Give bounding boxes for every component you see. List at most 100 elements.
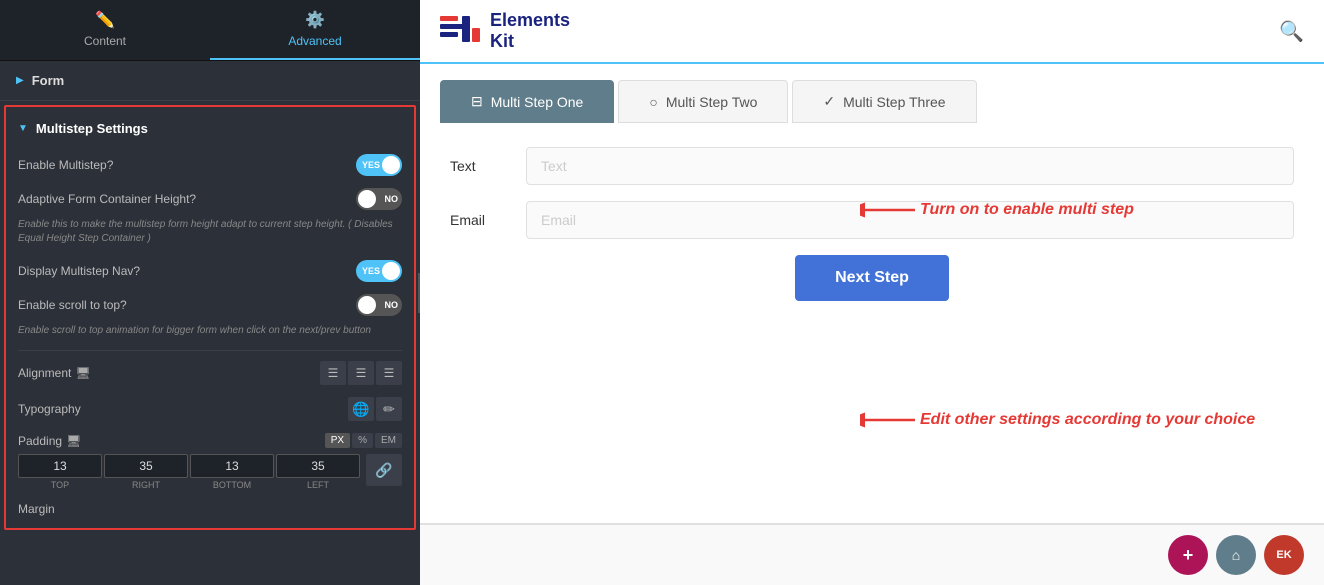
margin-row: Margin xyxy=(18,496,402,520)
padding-left-label: LEFT xyxy=(307,480,329,490)
divider-1 xyxy=(18,350,402,351)
unit-em-button[interactable]: EM xyxy=(375,433,402,448)
multistep-section-title: Multistep Settings xyxy=(36,121,148,136)
padding-top-label: TOP xyxy=(51,480,69,490)
toggle-knob-2 xyxy=(358,190,376,208)
enable-multistep-toggle-wrap: YES xyxy=(356,154,402,176)
tab-content[interactable]: ✏️ Content xyxy=(0,0,210,60)
logo-line2: Kit xyxy=(490,31,570,52)
left-panel: ✏️ Content ⚙️ Advanced ▶ Form ▼ Multiste… xyxy=(0,0,420,585)
multistep-settings-section: ▼ Multistep Settings Enable Multistep? Y… xyxy=(4,105,416,530)
step2-icon: ○ xyxy=(649,94,657,110)
scroll-top-row: Enable scroll to top? NO xyxy=(18,288,402,322)
panel-content: ▶ Form ▼ Multistep Settings Enable Multi… xyxy=(0,61,420,585)
padding-monitor-icon: 🖥 xyxy=(66,434,81,448)
monitor-icon: 🖥 xyxy=(75,366,90,380)
step3-label: Multi Step Three xyxy=(843,94,945,110)
unit-px-button[interactable]: PX xyxy=(325,433,350,448)
tab-bar: ✏️ Content ⚙️ Advanced xyxy=(0,0,420,61)
alignment-label-wrap: Alignment 🖥 xyxy=(18,366,91,380)
form-section[interactable]: ▶ Form xyxy=(0,61,420,101)
text-field-row: Text xyxy=(450,147,1294,185)
step-tab-3[interactable]: ✓ Multi Step Three xyxy=(792,80,976,123)
typography-row: Typography 🌐 ✏ xyxy=(18,391,402,427)
padding-label: Padding xyxy=(18,434,62,448)
logo-line1: Elements xyxy=(490,10,570,31)
padding-label-wrap: Padding 🖥 xyxy=(18,434,81,448)
gear-icon: ⚙️ xyxy=(305,10,325,30)
adaptive-height-toggle[interactable]: NO xyxy=(356,188,402,210)
step-tab-1[interactable]: ⊟ Multi Step One xyxy=(440,80,614,123)
fab-add-button[interactable]: + xyxy=(1168,535,1208,575)
typography-global-button[interactable]: 🌐 xyxy=(348,397,374,421)
tab-content-label: Content xyxy=(84,34,126,48)
typography-buttons: 🌐 ✏ xyxy=(348,397,402,421)
padding-bottom-label: BOTTOM xyxy=(213,480,251,490)
tab-advanced[interactable]: ⚙️ Advanced xyxy=(210,0,420,60)
form-arrow-icon: ▶ xyxy=(16,75,24,86)
step-tabs: ⊟ Multi Step One ○ Multi Step Two ✓ Mult… xyxy=(420,64,1324,123)
toggle-no-text: NO xyxy=(385,194,399,204)
fab-ek-button[interactable]: EK xyxy=(1264,535,1304,575)
enable-multistep-toggle[interactable]: YES xyxy=(356,154,402,176)
adaptive-height-label: Adaptive Form Container Height? xyxy=(18,192,356,206)
form-area: Text Email Next Step xyxy=(420,123,1324,523)
step-tab-2[interactable]: ○ Multi Step Two xyxy=(618,80,788,123)
padding-top-input[interactable] xyxy=(18,454,102,478)
adaptive-height-row: Adaptive Form Container Height? NO xyxy=(18,182,402,216)
padding-left-input[interactable] xyxy=(276,454,360,478)
text-input[interactable] xyxy=(526,147,1294,185)
tab-advanced-label: Advanced xyxy=(288,34,341,48)
multistep-arrow-icon: ▼ xyxy=(18,123,28,134)
typography-edit-button[interactable]: ✏ xyxy=(376,397,402,421)
align-right-button[interactable]: ☰ xyxy=(376,361,402,385)
next-step-button[interactable]: Next Step xyxy=(795,255,949,301)
padding-bottom-field: BOTTOM xyxy=(190,454,274,490)
scroll-top-hint: Enable scroll to top animation for bigge… xyxy=(18,322,402,346)
display-nav-row: Display Multistep Nav? YES xyxy=(18,254,402,288)
collapse-handle[interactable]: ‹ xyxy=(418,273,420,313)
scroll-top-toggle[interactable]: NO xyxy=(356,294,402,316)
scroll-top-label: Enable scroll to top? xyxy=(18,298,356,312)
padding-right-input[interactable] xyxy=(104,454,188,478)
toggle-no-text-2: NO xyxy=(385,300,399,310)
typography-label: Typography xyxy=(18,402,81,416)
logo-text-block: Elements Kit xyxy=(490,10,570,52)
adaptive-height-toggle-wrap: NO xyxy=(356,188,402,210)
adaptive-height-hint: Enable this to make the multistep form h… xyxy=(18,216,402,254)
margin-label: Margin xyxy=(18,502,55,516)
scroll-top-toggle-wrap: NO xyxy=(356,294,402,316)
toggle-yes-text-2: YES xyxy=(362,266,380,276)
alignment-label: Alignment xyxy=(18,366,71,380)
padding-link-button[interactable]: 🔗 xyxy=(366,454,402,486)
logo-area: Elements Kit xyxy=(440,10,570,52)
step1-icon: ⊟ xyxy=(471,93,483,110)
padding-right-label: RIGHT xyxy=(132,480,160,490)
fab-folder-button[interactable]: ⌂ xyxy=(1216,535,1256,575)
multistep-section-header[interactable]: ▼ Multistep Settings xyxy=(18,115,402,148)
email-field-label: Email xyxy=(450,212,510,228)
padding-left-field: LEFT xyxy=(276,454,360,490)
toggle-knob-3 xyxy=(382,262,400,280)
elements-kit-logo xyxy=(440,14,480,48)
toggle-knob-4 xyxy=(358,296,376,314)
search-icon[interactable]: 🔍 xyxy=(1279,19,1304,44)
padding-bottom-input[interactable] xyxy=(190,454,274,478)
toggle-yes-text: YES xyxy=(362,160,380,170)
display-nav-toggle[interactable]: YES xyxy=(356,260,402,282)
alignment-row: Alignment 🖥 ☰ ☰ ☰ xyxy=(18,355,402,391)
text-field-label: Text xyxy=(450,158,510,174)
align-left-button[interactable]: ☰ xyxy=(320,361,346,385)
display-nav-label: Display Multistep Nav? xyxy=(18,264,356,278)
padding-units: PX % EM xyxy=(325,433,402,448)
form-section-label: Form xyxy=(32,73,65,88)
unit-percent-button[interactable]: % xyxy=(352,433,373,448)
bottom-bar: + ⌂ EK xyxy=(420,523,1324,585)
top-bar: Elements Kit 🔍 xyxy=(420,0,1324,64)
padding-top-field: TOP xyxy=(18,454,102,490)
toggle-knob xyxy=(382,156,400,174)
step1-label: Multi Step One xyxy=(491,94,584,110)
email-field-row: Email xyxy=(450,201,1294,239)
email-input[interactable] xyxy=(526,201,1294,239)
align-center-button[interactable]: ☰ xyxy=(348,361,374,385)
